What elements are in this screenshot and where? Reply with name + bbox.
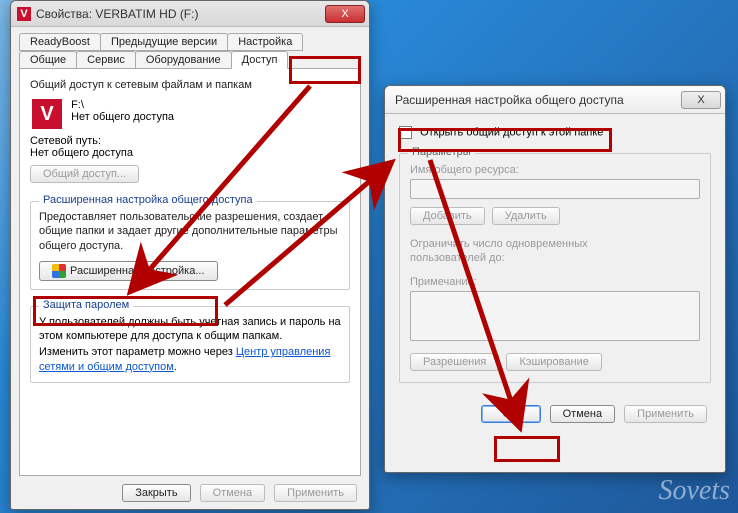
tab-customize[interactable]: Настройка — [227, 33, 303, 51]
sharing-panel: Общий доступ к сетевым файлам и папкам F… — [19, 68, 361, 476]
share-button[interactable]: Общий доступ... — [30, 165, 139, 183]
advanced-cancel-button[interactable]: Отмена — [550, 405, 615, 423]
watermark: Sovets — [658, 475, 730, 507]
ok-button[interactable]: OK — [481, 405, 541, 423]
advanced-close-button[interactable]: X — [681, 91, 721, 109]
close-button[interactable]: X — [325, 5, 365, 23]
advanced-sharing-heading: Расширенная настройка общего доступа — [39, 194, 257, 206]
notes-label: Примечание: — [410, 276, 700, 288]
tab-readyboost[interactable]: ReadyBoost — [19, 33, 101, 51]
properties-titlebar[interactable]: Свойства: VERBATIM HD (F:) X — [11, 1, 369, 27]
share-name-combo — [410, 179, 700, 199]
close-footer-button[interactable]: Закрыть — [122, 484, 190, 502]
advanced-apply-button[interactable]: Применить — [624, 405, 707, 423]
app-icon — [17, 7, 31, 21]
tab-service[interactable]: Сервис — [76, 51, 136, 69]
share-folder-row: Открыть общий доступ к этой папке — [399, 126, 711, 139]
password-text: У пользователей должны быть учетная запи… — [39, 315, 341, 344]
advanced-sharing-window: Расширенная настройка общего доступа X О… — [384, 85, 726, 473]
properties-window: Свойства: VERBATIM HD (F:) X ReadyBoost … — [10, 0, 370, 510]
network-path-label: Сетевой путь: — [30, 135, 350, 147]
properties-title: Свойства: VERBATIM HD (F:) — [36, 7, 325, 21]
permissions-button[interactable]: Разрешения — [410, 353, 499, 371]
password-text2-suffix: . — [174, 361, 177, 373]
params-fieldset: Параметры Имя общего ресурса: Добавить У… — [399, 153, 711, 383]
advanced-title: Расширенная настройка общего доступа — [395, 93, 681, 107]
add-button[interactable]: Добавить — [410, 207, 485, 225]
advanced-sharing-group: Расширенная настройка общего доступа Пре… — [30, 201, 350, 290]
tab-row-2: Общие Сервис Оборудование Доступ — [19, 51, 361, 69]
advanced-settings-button[interactable]: Расширенная настройка... — [39, 261, 218, 281]
advanced-footer: OK Отмена Применить — [399, 397, 711, 423]
apply-footer-button[interactable]: Применить — [274, 484, 357, 502]
advanced-settings-button-label: Расширенная настройка... — [70, 265, 205, 277]
tab-sharing[interactable]: Доступ — [231, 51, 289, 69]
network-share-heading: Общий доступ к сетевым файлам и папкам — [30, 79, 350, 91]
password-text2-prefix: Изменить этот параметр можно через — [39, 346, 236, 358]
tab-general[interactable]: Общие — [19, 51, 77, 69]
limit-label: Ограничить число одновременных пользоват… — [410, 237, 620, 266]
drive-label: F:\ — [71, 99, 84, 111]
remove-button[interactable]: Удалить — [492, 207, 560, 225]
network-path-value: Нет общего доступа — [30, 147, 350, 159]
tab-hardware[interactable]: Оборудование — [135, 51, 232, 69]
caching-button[interactable]: Кэширование — [506, 353, 601, 371]
advanced-sharing-text: Предоставляет пользовательские разрешени… — [39, 210, 341, 253]
properties-footer: Закрыть Отмена Применить — [19, 476, 361, 502]
cancel-footer-button[interactable]: Отмена — [200, 484, 265, 502]
share-name-label: Имя общего ресурса: — [410, 164, 700, 176]
params-legend: Параметры — [408, 146, 475, 158]
notes-textarea — [410, 291, 700, 341]
share-folder-checkbox[interactable] — [399, 126, 412, 139]
drive-status: Нет общего доступа — [71, 111, 174, 123]
advanced-titlebar[interactable]: Расширенная настройка общего доступа X — [385, 86, 725, 114]
drive-icon — [32, 99, 62, 129]
password-heading: Защита паролем — [39, 299, 133, 311]
shield-icon — [52, 264, 66, 278]
tab-row-1: ReadyBoost Предыдущие версии Настройка — [19, 33, 361, 51]
share-folder-label: Открыть общий доступ к этой папке — [420, 126, 603, 138]
tab-prev-versions[interactable]: Предыдущие версии — [100, 33, 228, 51]
password-group: Защита паролем У пользователей должны бы… — [30, 306, 350, 383]
